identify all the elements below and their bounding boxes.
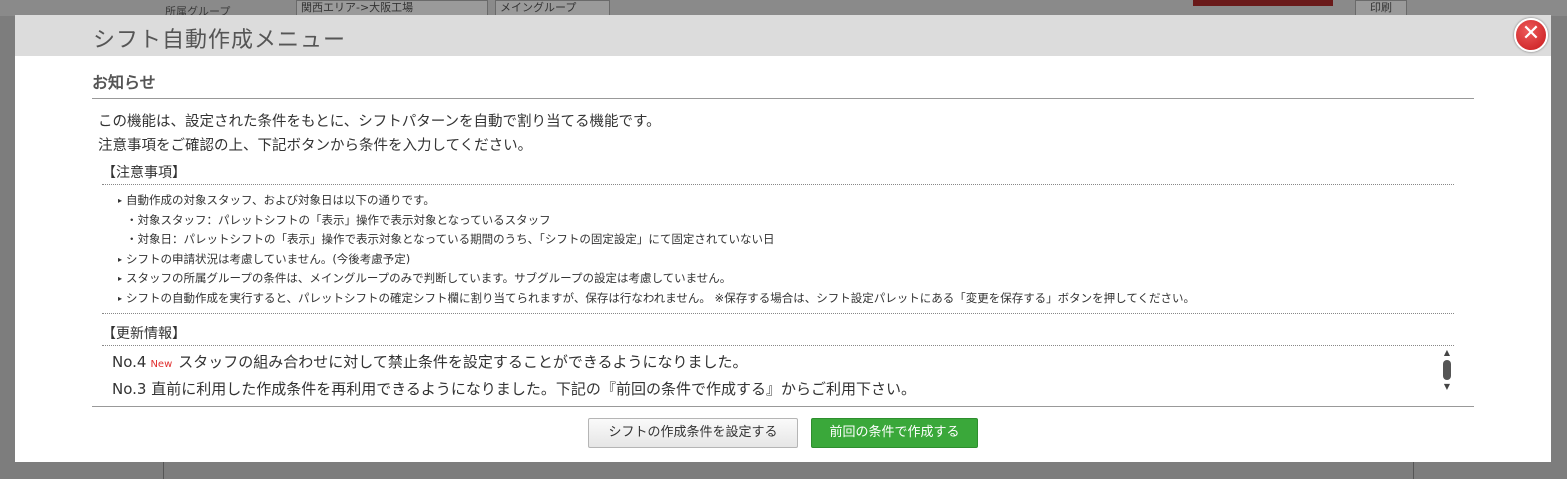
intro-text: この機能は、設定された条件をもとに、シフトパターンを自動で割り当てる機能です。 … [92, 99, 1474, 158]
modal-title: シフト自動作成メニュー [93, 28, 347, 53]
background-divider [1413, 462, 1414, 479]
print-button[interactable]: 印刷 [1355, 0, 1407, 16]
divider [92, 405, 1474, 407]
caution-item: ▸ シフトの申請状況は考慮していません。(今後考慮予定) [118, 251, 411, 266]
caution-subitem: ・対象スタッフ：パレットシフトの「表示」操作で表示対象となっているスタッフ [126, 212, 551, 227]
close-icon[interactable]: ✕ [1514, 18, 1548, 52]
intro-line: この機能は、設定された条件をもとに、シフトパターンを自動で割り当てる機能です。 [98, 114, 661, 130]
auto-shift-modal: シフト自動作成メニュー お知らせ この機能は、設定された条件をもとに、シフトパタ… [15, 15, 1551, 462]
area-select[interactable]: 関西エリア->大阪工場 [296, 0, 488, 16]
triangle-bullet-icon: ▸ [118, 293, 123, 303]
scroll-thumb[interactable] [1443, 359, 1451, 380]
cautions-heading: 【注意事項】 [102, 162, 1454, 185]
triangle-bullet-icon: ▸ [118, 196, 123, 205]
modal-content: お知らせ この機能は、設定された条件をもとに、シフトパターンを自動で割り当てる機… [92, 56, 1474, 407]
scroll-up-icon[interactable]: ▲ [1440, 348, 1454, 358]
update-item: No.4 New スタッフの組み合わせに対して禁止条件を設定することができるようにな… [112, 352, 748, 371]
caution-item: ▸ シフトの自動作成を実行すると、パレットシフトの確定シフト欄に割り当てられますが… [118, 290, 1195, 305]
update-item: No.3 直前に利用した作成条件を再利用できるようになりました。下記の『前回の条… [112, 379, 916, 398]
updates-list: No.4 New スタッフの組み合わせに対して禁止条件を設定することができるようにな… [112, 346, 1454, 399]
triangle-bullet-icon: ▸ [118, 254, 123, 264]
button-row: シフトの作成条件を設定する 前回の条件で作成する [15, 418, 1551, 448]
cautions-list: ▸ 自動作成の対象スタッフ、および対象日は以下の通りです。 ・対象スタッフ：パレッ… [92, 185, 1474, 309]
modal-header: シフト自動作成メニュー [15, 15, 1551, 56]
divider [102, 309, 1454, 314]
background-divider [163, 462, 164, 479]
background-accent-bar [1193, 0, 1333, 6]
set-conditions-button[interactable]: シフトの作成条件を設定する [588, 418, 798, 448]
updates-scrollbar[interactable]: ▲ ▼ [1440, 348, 1454, 398]
triangle-bullet-icon: ▸ [118, 274, 123, 284]
notice-title: お知らせ [92, 56, 1474, 99]
group-select[interactable]: メイングループ [495, 0, 610, 16]
intro-line: 注意事項をご確認の上、下記ボタンから条件を入力してください。 [98, 138, 533, 154]
updates-heading: 【更新情報】 [102, 323, 1454, 346]
create-previous-button[interactable]: 前回の条件で作成する [811, 418, 978, 448]
caution-item: ▸ スタッフの所属グループの条件は、メイングループのみで判断しています。サブグルー… [118, 271, 732, 286]
scroll-down-icon[interactable]: ▼ [1440, 382, 1454, 392]
new-badge: New [150, 358, 173, 370]
caution-item: ▸ 自動作成の対象スタッフ、および対象日は以下の通りです。 [118, 193, 435, 207]
caution-subitem: ・対象日：パレットシフトの「表示」操作で表示対象となっている期間のうち、「シフト… [126, 232, 775, 247]
